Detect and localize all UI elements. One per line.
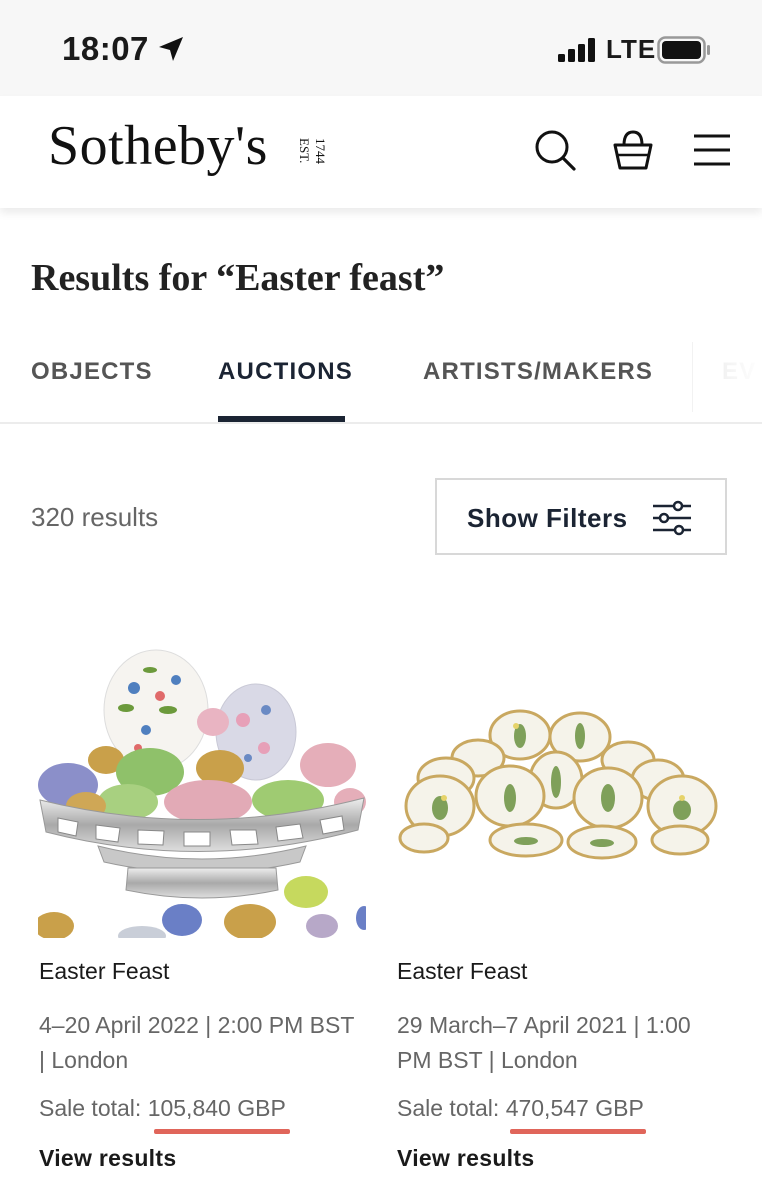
auction-card[interactable]: Easter Feast 29 March–7 April 2021 | 1:0…: [396, 640, 726, 1171]
view-results-link[interactable]: View results: [397, 1145, 534, 1172]
search-icon[interactable]: [533, 128, 577, 172]
status-time: 18:07: [62, 30, 149, 67]
auction-date: 4–20 April 2022 | 2:00 PM BST | London: [39, 1012, 354, 1073]
results-count: 320 results: [31, 502, 159, 532]
sale-total-amount: 470,547 GBP: [505, 1095, 644, 1121]
menu-icon[interactable]: [690, 128, 734, 172]
bag-icon[interactable]: [611, 128, 655, 172]
show-filters-label: Show Filters: [467, 503, 628, 533]
sothebys-logo[interactable]: Sotheby's: [48, 114, 268, 178]
network-label: LTE: [606, 34, 657, 64]
auction-image-easter-eggs[interactable]: [38, 640, 366, 938]
tab-auctions[interactable]: AUCTIONS: [218, 358, 353, 386]
logo-est: EST.: [297, 138, 312, 164]
tab-scroll-fade: [690, 322, 762, 422]
highlight-underline: [154, 1129, 290, 1134]
sale-total-amount: 105,840 GBP: [147, 1095, 286, 1121]
sale-total-label: Sale total:: [397, 1095, 506, 1121]
location-arrow-icon: [159, 37, 183, 61]
results-heading: Results for “Easter feast”: [31, 257, 445, 299]
logo-year: 1744: [313, 138, 328, 164]
signal-icon: [558, 38, 595, 62]
auction-title[interactable]: Easter Feast: [397, 958, 527, 985]
tab-artists-makers[interactable]: ARTISTS/MAKERS: [423, 358, 653, 386]
auction-date: 29 March–7 April 2021 | 1:00 PM BST | Lo…: [397, 1012, 691, 1073]
battery-icon: [657, 36, 710, 64]
auction-card[interactable]: Easter Feast 4–20 April 2022 | 2:00 PM B…: [38, 640, 368, 1171]
sale-total: Sale total: 105,840 GBP: [39, 1095, 286, 1122]
flora-danica-plates-image: [398, 709, 718, 860]
sale-total-label: Sale total:: [39, 1095, 148, 1121]
filter-sliders-icon: [653, 500, 691, 536]
site-header: Sotheby's EST. 1744: [0, 96, 762, 208]
highlight-underline: [510, 1129, 646, 1134]
view-results-link[interactable]: View results: [39, 1145, 176, 1172]
auction-image-plates[interactable]: [396, 640, 724, 938]
active-tab-indicator: [218, 416, 345, 422]
show-filters-button[interactable]: Show Filters: [435, 478, 727, 555]
sale-total: Sale total: 470,547 GBP: [397, 1095, 644, 1122]
results-tabs: OBJECTS AUCTIONS ARTISTS/MAKERS EV: [0, 322, 762, 424]
status-bar: 18:07 LTE: [0, 0, 762, 96]
auction-title[interactable]: Easter Feast: [39, 958, 169, 985]
tab-objects[interactable]: OBJECTS: [31, 358, 153, 386]
easter-eggs-bowl-image: [38, 649, 366, 938]
